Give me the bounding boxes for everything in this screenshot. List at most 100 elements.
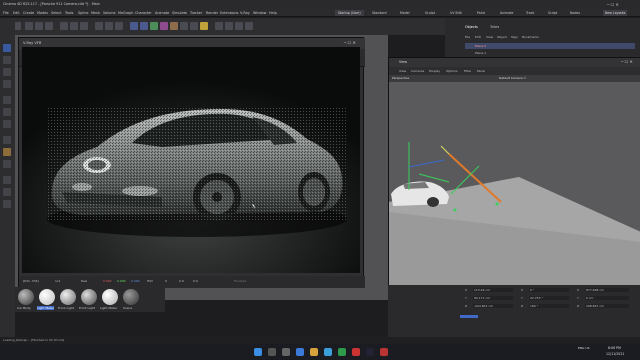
layout-tab-uvedit[interactable]: UV Edit — [450, 11, 462, 15]
size-y-field[interactable]: 0 cm — [585, 296, 629, 300]
cloner-icon[interactable] — [160, 22, 168, 30]
view-menu-cameras[interactable]: Cameras — [411, 69, 424, 73]
brush-icon[interactable] — [3, 176, 11, 184]
points-mode-icon[interactable] — [3, 96, 11, 104]
vray-material-icon[interactable] — [245, 22, 253, 30]
windows-start-icon[interactable] — [254, 348, 262, 356]
menu-edit[interactable]: Edit — [13, 11, 20, 15]
rotate-icon[interactable] — [45, 22, 53, 30]
menu-window[interactable]: Window — [253, 11, 266, 15]
pos-y-field[interactable]: 80.171 cm — [473, 296, 513, 300]
layout-tab-nodes[interactable]: Nodes — [570, 11, 580, 15]
size-z-field[interactable]: 298.847 cm — [585, 304, 629, 308]
layout-tab-startup[interactable]: Startup (User) — [335, 10, 364, 16]
clock-time[interactable]: 8:06 PM — [608, 346, 621, 350]
menu-volume[interactable]: Volume — [103, 11, 116, 15]
select-icon[interactable] — [3, 44, 11, 52]
obj-menu-bookmarks[interactable]: Bookmarks — [522, 35, 539, 39]
view-menu-panel[interactable]: Panel — [477, 69, 485, 73]
menu-vray[interactable]: V-Ray — [240, 11, 250, 15]
render-settings-icon[interactable] — [115, 22, 123, 30]
view-menu-view[interactable]: View — [399, 69, 406, 73]
task-view-icon[interactable] — [282, 348, 290, 356]
rot-z-field[interactable]: 180 ° — [529, 304, 569, 308]
language-indicator[interactable]: ENG US — [578, 346, 590, 350]
view-menu-options[interactable]: Options — [446, 69, 458, 73]
obj-menu-file[interactable]: File — [465, 35, 470, 39]
menu-create[interactable]: Create — [23, 11, 34, 15]
menu-simulate[interactable]: Simulate — [172, 11, 187, 15]
move-tool-icon[interactable] — [3, 56, 11, 64]
obj-menu-edit[interactable]: Edit — [475, 35, 481, 39]
material-light-2[interactable] — [102, 289, 118, 305]
magnet-icon[interactable] — [3, 188, 11, 196]
menu-select[interactable]: Select — [51, 11, 61, 15]
menu-help[interactable]: Help — [269, 11, 277, 15]
paint-icon[interactable] — [3, 148, 11, 156]
texture-mode-icon[interactable] — [3, 136, 11, 144]
layout-tab-track[interactable]: Track — [526, 11, 534, 15]
material-car-body[interactable] — [18, 289, 34, 305]
light-icon[interactable] — [200, 22, 208, 30]
pos-z-field[interactable]: -644.841 cm — [473, 304, 513, 308]
file-explorer-icon[interactable] — [310, 348, 318, 356]
camera-icon[interactable] — [190, 22, 198, 30]
x-axis-icon[interactable] — [60, 22, 68, 30]
window-controls[interactable]: ─ ☐ ✕ — [607, 2, 637, 7]
vfb-window-controls[interactable]: ─ ☐ ✕ — [344, 40, 356, 45]
material-front-light-1[interactable] — [60, 289, 76, 305]
view-3d-viewport[interactable] — [389, 82, 640, 286]
edges-mode-icon[interactable] — [3, 108, 11, 116]
menu-tools[interactable]: Tools — [65, 11, 73, 15]
menu-mesh[interactable]: Mesh — [91, 11, 100, 15]
layout-tab-paint[interactable]: Paint — [477, 11, 485, 15]
snap-icon[interactable] — [3, 160, 11, 168]
layout-tab-model[interactable]: Model — [400, 11, 410, 15]
size-x-field[interactable]: 877.698 cm — [585, 288, 629, 292]
vray-light-icon[interactable] — [235, 22, 243, 30]
pen-icon[interactable] — [140, 22, 148, 30]
app-icon-red[interactable] — [352, 348, 360, 356]
scale-tool-icon[interactable] — [3, 80, 11, 88]
polygons-mode-icon[interactable] — [3, 120, 11, 128]
menu-animate[interactable]: Animate — [155, 11, 169, 15]
layout-tab-animate[interactable]: Animate — [500, 11, 513, 15]
deformer-icon[interactable] — [170, 22, 178, 30]
obj-menu-tags[interactable]: Tags — [511, 35, 518, 39]
layout-tab-sculpt[interactable]: Sculpt — [425, 11, 435, 15]
view-menu-display[interactable]: Display — [429, 69, 440, 73]
floor-icon[interactable] — [180, 22, 188, 30]
knife-icon[interactable] — [3, 200, 11, 208]
timeline-slider[interactable] — [460, 315, 478, 318]
menu-tracker[interactable]: Tracker — [190, 11, 202, 15]
y-axis-icon[interactable] — [70, 22, 78, 30]
menu-character[interactable]: Character — [135, 11, 152, 15]
material-scene[interactable] — [123, 289, 139, 305]
tab-takes[interactable]: Takes — [490, 25, 499, 29]
scale-icon[interactable] — [35, 22, 43, 30]
material-light-1[interactable] — [39, 289, 55, 305]
widgets-icon[interactable] — [296, 348, 304, 356]
render-icon[interactable] — [105, 22, 113, 30]
new-layouts-button[interactable]: New Layouts — [603, 10, 628, 16]
menu-file[interactable]: File — [3, 11, 9, 15]
menu-spline[interactable]: Spline — [78, 11, 88, 15]
obj-menu-view[interactable]: View — [486, 35, 493, 39]
rot-x-field[interactable]: 0 ° — [529, 288, 569, 292]
object-row-plane2[interactable]: Plane.2 — [465, 43, 635, 49]
menu-render[interactable]: Render — [206, 11, 218, 15]
view-window-controls[interactable]: ─ ☐ ✕ — [621, 59, 633, 64]
layout-tab-script[interactable]: Script — [548, 11, 557, 15]
search-icon[interactable] — [268, 348, 276, 356]
view-menu-filter[interactable]: Filter — [464, 69, 471, 73]
app-icon-vray[interactable] — [380, 348, 388, 356]
spotify-icon[interactable] — [338, 348, 346, 356]
vray-render-icon[interactable] — [225, 22, 233, 30]
rot-y-field[interactable]: 22.753 ° — [529, 296, 569, 300]
menu-extensions[interactable]: Extensions — [220, 11, 238, 15]
edge-icon[interactable] — [324, 348, 332, 356]
z-axis-icon[interactable] — [80, 22, 88, 30]
obj-menu-object[interactable]: Object — [497, 35, 507, 39]
vray-icon[interactable] — [215, 22, 223, 30]
cinema4d-icon[interactable] — [366, 348, 374, 356]
